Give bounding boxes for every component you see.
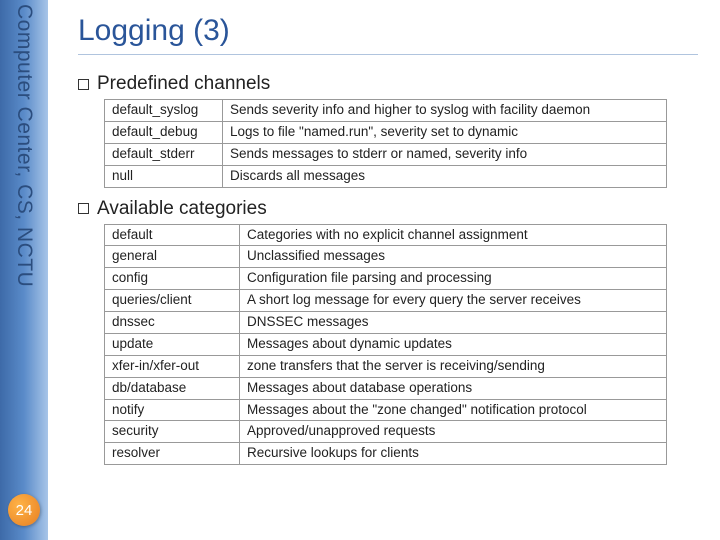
section-heading-label: Predefined channels — [97, 73, 270, 95]
table-row: nullDiscards all messages — [105, 165, 667, 187]
section-heading-channels: Predefined channels — [78, 73, 698, 95]
table-row: updateMessages about dynamic updates — [105, 333, 667, 355]
table-row: xfer-in/xfer-outzone transfers that the … — [105, 355, 667, 377]
categories-table: defaultCategories with no explicit chann… — [104, 224, 667, 466]
square-bullet-icon — [78, 79, 89, 90]
table-row: queries/clientA short log message for ev… — [105, 290, 667, 312]
table-row: default_syslogSends severity info and hi… — [105, 100, 667, 122]
table-row: notifyMessages about the "zone changed" … — [105, 399, 667, 421]
table-row: generalUnclassified messages — [105, 246, 667, 268]
table-row: configConfiguration file parsing and pro… — [105, 268, 667, 290]
section-heading-label: Available categories — [97, 198, 267, 220]
sidebar: Computer Center, CS, NCTU 24 — [0, 0, 48, 540]
section-heading-categories: Available categories — [78, 198, 698, 220]
table-row: defaultCategories with no explicit chann… — [105, 224, 667, 246]
page-number-badge: 24 — [8, 494, 40, 526]
table-row: default_stderrSends messages to stderr o… — [105, 143, 667, 165]
channels-table: default_syslogSends severity info and hi… — [104, 99, 667, 188]
table-row: db/databaseMessages about database opera… — [105, 377, 667, 399]
table-row: resolverRecursive lookups for clients — [105, 443, 667, 465]
table-row: default_debugLogs to file "named.run", s… — [105, 121, 667, 143]
table-row: dnssecDNSSEC messages — [105, 312, 667, 334]
table-row: securityApproved/unapproved requests — [105, 421, 667, 443]
square-bullet-icon — [78, 203, 89, 214]
org-text: Computer Center, CS, NCTU — [12, 4, 36, 287]
slide-content: Logging (3) Predefined channels default_… — [60, 0, 710, 475]
page-title: Logging (3) — [78, 14, 698, 55]
